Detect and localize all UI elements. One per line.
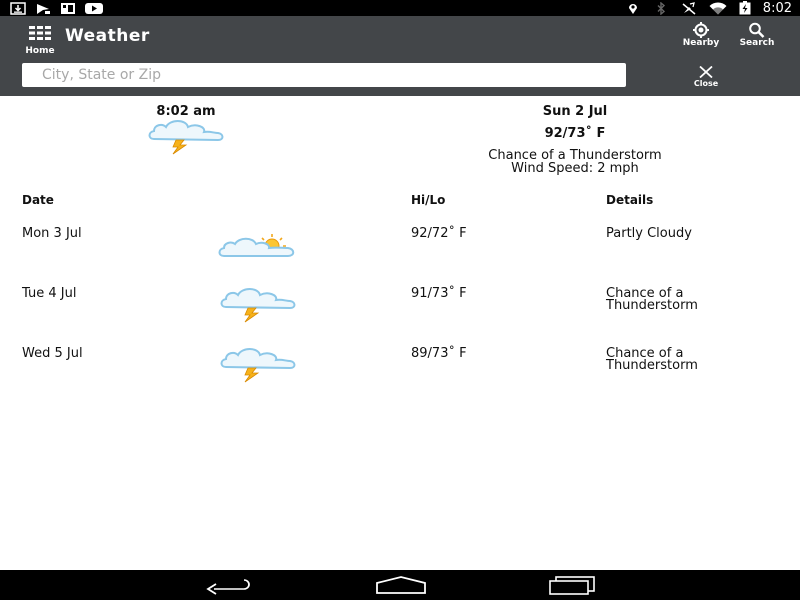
thunderstorm-icon	[220, 288, 296, 323]
gallery-icon	[61, 2, 75, 14]
row-hilo: 91/73˚ F	[411, 286, 467, 301]
status-bar: 8:02	[0, 0, 800, 16]
home-button[interactable]: Home	[20, 24, 60, 58]
search-button[interactable]: Search	[734, 22, 780, 56]
row-hilo: 92/72˚ F	[411, 226, 467, 241]
navigation-bar	[0, 570, 800, 600]
thunderstorm-icon	[220, 348, 296, 383]
header-hilo: Hi/Lo	[411, 193, 446, 207]
app-title: Weather	[65, 26, 150, 46]
thunderstorm-icon	[148, 120, 224, 155]
locate-icon	[693, 22, 709, 38]
current-temperature: 92/73˚ F	[544, 126, 606, 141]
action-bar: Home Weather Nearby Search Close	[0, 16, 800, 96]
row-date: Wed 5 Jul	[22, 346, 83, 361]
notification-icons	[10, 1, 103, 15]
system-icons: 8:02	[625, 0, 792, 16]
cast-icon	[37, 3, 50, 14]
row-details-cont: Thunderstorm	[606, 298, 698, 313]
close-button[interactable]: Close	[683, 66, 729, 90]
grid-icon	[29, 26, 51, 40]
row-date: Tue 4 Jul	[22, 286, 77, 301]
download-icon	[10, 1, 26, 15]
search-icon	[749, 22, 765, 38]
wifi-icon	[709, 1, 727, 14]
row-date: Mon 3 Jul	[22, 226, 82, 241]
bluetooth-icon	[657, 1, 665, 15]
close-label: Close	[693, 79, 719, 88]
nearby-button[interactable]: Nearby	[677, 22, 725, 56]
current-date: Sun 2 Jul	[542, 104, 608, 119]
home-nav-icon[interactable]	[375, 575, 427, 595]
header-details: Details	[606, 193, 654, 207]
current-wind-speed: Wind Speed: 2 mph	[511, 161, 639, 176]
battery-charging-icon	[739, 1, 751, 15]
recents-icon[interactable]	[548, 575, 598, 595]
row-hilo: 89/73˚ F	[411, 346, 467, 361]
search-label: Search	[739, 38, 775, 48]
row-details: Partly Cloudy	[606, 226, 692, 241]
close-icon	[699, 66, 713, 78]
partly-cloudy-icon	[218, 234, 295, 257]
nearby-label: Nearby	[682, 38, 720, 48]
current-time: 8:02 am	[156, 104, 216, 119]
row-details-cont: Thunderstorm	[606, 358, 698, 373]
back-icon[interactable]	[204, 575, 252, 595]
status-time: 8:02	[762, 0, 792, 16]
home-label: Home	[25, 46, 55, 56]
header-date: Date	[22, 193, 54, 207]
location-icon	[628, 3, 637, 14]
youtube-icon	[85, 2, 103, 14]
city-search-input[interactable]	[22, 63, 626, 87]
mute-icon	[682, 1, 696, 15]
